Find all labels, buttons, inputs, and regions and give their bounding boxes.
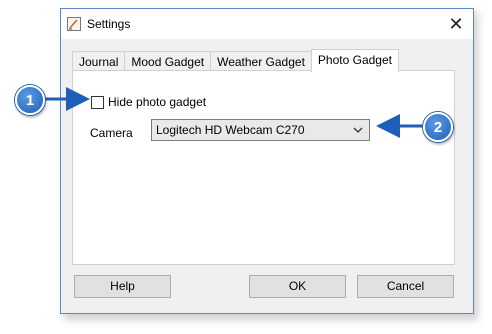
- callout-badge-1: 1: [15, 85, 45, 115]
- callout-arrows: [44, 87, 424, 138]
- callout-badge-2: 2: [423, 112, 453, 142]
- tab-photo-gadget[interactable]: Photo Gadget: [310, 49, 399, 72]
